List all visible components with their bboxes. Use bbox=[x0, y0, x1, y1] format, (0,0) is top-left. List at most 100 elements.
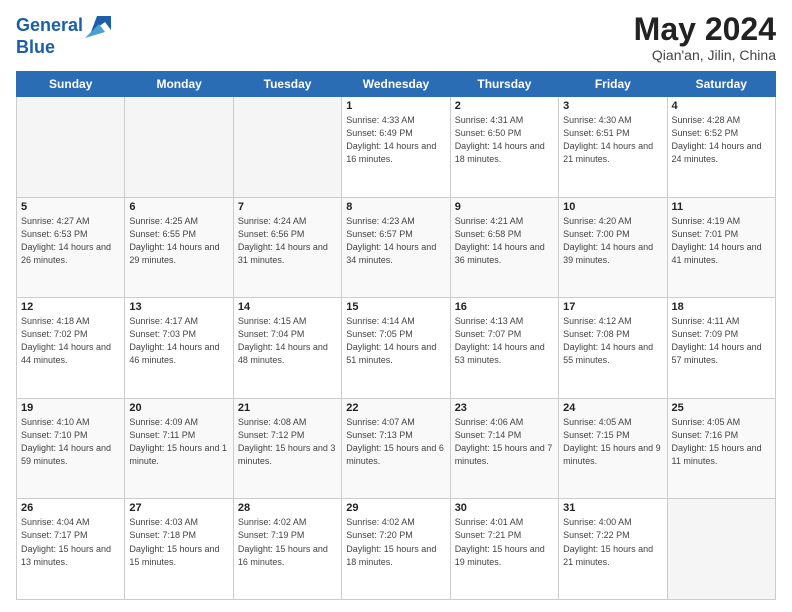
day-number: 4 bbox=[672, 100, 771, 112]
calendar-cell: 8Sunrise: 4:23 AMSunset: 6:57 PMDaylight… bbox=[342, 197, 450, 298]
calendar-cell: 17Sunrise: 4:12 AMSunset: 7:08 PMDayligh… bbox=[559, 298, 667, 399]
sunset-label: Sunset: 6:53 PM bbox=[21, 229, 88, 239]
calendar-cell: 16Sunrise: 4:13 AMSunset: 7:07 PMDayligh… bbox=[450, 298, 558, 399]
day-number: 19 bbox=[21, 402, 120, 414]
daylight-label: Daylight: 15 hours and 13 minutes. bbox=[21, 544, 111, 567]
calendar-cell: 14Sunrise: 4:15 AMSunset: 7:04 PMDayligh… bbox=[233, 298, 341, 399]
day-number: 18 bbox=[672, 301, 771, 313]
day-number: 2 bbox=[455, 100, 554, 112]
day-number: 7 bbox=[238, 201, 337, 213]
sunrise-label: Sunrise: 4:17 AM bbox=[129, 316, 198, 326]
calendar-cell: 26 Sunrise: 4:04 AMSunset: 7:17 PMDayligh… bbox=[17, 499, 125, 600]
sunset-label: Sunset: 7:18 PM bbox=[129, 530, 196, 540]
day-number: 26 bbox=[21, 502, 120, 514]
sunrise-label: Sunrise: 4:12 AM bbox=[563, 316, 632, 326]
sunrise-label: Sunrise: 4:00 AM bbox=[563, 517, 632, 527]
calendar-cell: 6Sunrise: 4:25 AMSunset: 6:55 PMDaylight… bbox=[125, 197, 233, 298]
sunset-label: Sunset: 7:19 PM bbox=[238, 530, 305, 540]
sunrise-label: Sunrise: 4:01 AM bbox=[455, 517, 524, 527]
calendar-cell: 31Sunrise: 4:00 AMSunset: 7:22 PMDayligh… bbox=[559, 499, 667, 600]
logo-text: General bbox=[16, 16, 83, 35]
day-number: 8 bbox=[346, 201, 445, 213]
daylight-label: Daylight: 15 hours and 7 minutes. bbox=[455, 443, 553, 466]
sunset-label: Sunset: 7:10 PM bbox=[21, 430, 88, 440]
sunset-label: Sunset: 6:55 PM bbox=[129, 229, 196, 239]
sunrise-label: Sunrise: 4:03 AM bbox=[129, 517, 198, 527]
calendar-cell: 20Sunrise: 4:09 AMSunset: 7:11 PMDayligh… bbox=[125, 398, 233, 499]
day-number: 17 bbox=[563, 301, 662, 313]
days-header-row: Sunday Monday Tuesday Wednesday Thursday… bbox=[17, 72, 776, 97]
day-number: 9 bbox=[455, 201, 554, 213]
sunset-label: Sunset: 6:50 PM bbox=[455, 128, 522, 138]
header-monday: Monday bbox=[125, 72, 233, 97]
day-info: Sunrise: 4:01 AMSunset: 7:21 PMDaylight:… bbox=[455, 516, 554, 568]
daylight-label: Daylight: 14 hours and 29 minutes. bbox=[129, 242, 219, 265]
sunset-label: Sunset: 7:01 PM bbox=[672, 229, 739, 239]
day-number: 20 bbox=[129, 402, 228, 414]
day-number: 5 bbox=[21, 201, 120, 213]
day-info: Sunrise: 4:31 AM Sunset: 6:50 PM Daylight:… bbox=[455, 114, 554, 166]
calendar-cell: 5 Sunrise: 4:27 AMSunset: 6:53 PMDaylight… bbox=[17, 197, 125, 298]
day-number: 24 bbox=[563, 402, 662, 414]
sunset-label: Sunset: 6:51 PM bbox=[563, 128, 630, 138]
sunset-label: Sunset: 7:05 PM bbox=[346, 329, 413, 339]
sunset-label: Sunset: 7:11 PM bbox=[129, 430, 195, 440]
day-info: Sunrise: 4:07 AMSunset: 7:13 PMDaylight:… bbox=[346, 416, 445, 468]
calendar-cell bbox=[17, 97, 125, 198]
day-number: 13 bbox=[129, 301, 228, 313]
sunrise-label: Sunrise: 4:05 AM bbox=[563, 417, 632, 427]
calendar-cell: 12Sunrise: 4:18 AMSunset: 7:02 PMDayligh… bbox=[17, 298, 125, 399]
sunset-label: Sunset: 6:49 PM bbox=[346, 128, 413, 138]
day-info: Sunrise: 4:09 AMSunset: 7:11 PMDaylight:… bbox=[129, 416, 228, 468]
sunrise-label: Sunrise: 4:02 AM bbox=[346, 517, 415, 527]
daylight-label: Daylight: 15 hours and 21 minutes. bbox=[563, 544, 653, 567]
calendar-cell: 13Sunrise: 4:17 AMSunset: 7:03 PMDayligh… bbox=[125, 298, 233, 399]
day-number: 3 bbox=[563, 100, 662, 112]
day-info: Sunrise: 4:04 AMSunset: 7:17 PMDaylight:… bbox=[21, 516, 120, 568]
day-info: Sunrise: 4:05 AM Sunset: 7:15 PM Daylight:… bbox=[563, 416, 662, 468]
sunset-label: Sunset: 7:00 PM bbox=[563, 229, 630, 239]
sunrise-label: Sunrise: 4:31 AM bbox=[455, 115, 524, 125]
sunset-label: Sunset: 7:15 PM bbox=[563, 430, 630, 440]
daylight-label: Daylight: 14 hours and 41 minutes. bbox=[672, 242, 762, 265]
day-number: 28 bbox=[238, 502, 337, 514]
daylight-label: Daylight: 14 hours and 36 minutes. bbox=[455, 242, 545, 265]
sunrise-label: Sunrise: 4:23 AM bbox=[346, 216, 415, 226]
calendar-cell: 4 Sunrise: 4:28 AMSunset: 6:52 PMDaylight… bbox=[667, 97, 775, 198]
logo-icon bbox=[85, 12, 111, 38]
daylight-label: Daylight: 14 hours and 26 minutes. bbox=[21, 242, 111, 265]
sunrise-label: Sunrise: 4:30 AM bbox=[563, 115, 632, 125]
day-info: Sunrise: 4:27 AMSunset: 6:53 PMDaylight:… bbox=[21, 215, 120, 267]
day-info: Sunrise: 4:14 AMSunset: 7:05 PMDaylight:… bbox=[346, 315, 445, 367]
sunrise-label: Sunrise: 4:28 AM bbox=[672, 115, 741, 125]
calendar-cell: 1Sunrise: 4:33 AMSunset: 6:49 PMDaylight… bbox=[342, 97, 450, 198]
header-friday: Friday bbox=[559, 72, 667, 97]
sunset-label: Sunset: 7:09 PM bbox=[672, 329, 739, 339]
sunrise-label: Sunrise: 4:11 AM bbox=[672, 316, 740, 326]
sunset-label: Sunset: 7:20 PM bbox=[346, 530, 413, 540]
calendar-cell: 23Sunrise: 4:06 AMSunset: 7:14 PMDayligh… bbox=[450, 398, 558, 499]
day-info: Sunrise: 4:23 AMSunset: 6:57 PMDaylight:… bbox=[346, 215, 445, 267]
calendar-cell: 29Sunrise: 4:02 AMSunset: 7:20 PMDayligh… bbox=[342, 499, 450, 600]
calendar-cell: 3Sunrise: 4:30 AMSunset: 6:51 PMDaylight… bbox=[559, 97, 667, 198]
daylight-label: Daylight: 14 hours and 18 minutes. bbox=[455, 141, 545, 164]
calendar-cell: 10Sunrise: 4:20 AMSunset: 7:00 PMDayligh… bbox=[559, 197, 667, 298]
day-number: 12 bbox=[21, 301, 120, 313]
header-wednesday: Wednesday bbox=[342, 72, 450, 97]
day-info: Sunrise: 4:06 AMSunset: 7:14 PMDaylight:… bbox=[455, 416, 554, 468]
calendar-week-row: 5 Sunrise: 4:27 AMSunset: 6:53 PMDaylight… bbox=[17, 197, 776, 298]
sunset-label: Sunset: 7:17 PM bbox=[21, 530, 88, 540]
sunset-label: Sunset: 6:57 PM bbox=[346, 229, 413, 239]
calendar-cell: 9Sunrise: 4:21 AMSunset: 6:58 PMDaylight… bbox=[450, 197, 558, 298]
daylight-label: Daylight: 15 hours and 11 minutes. bbox=[672, 443, 762, 466]
daylight-label: Daylight: 14 hours and 53 minutes. bbox=[455, 342, 545, 365]
sunset-label: Sunset: 7:04 PM bbox=[238, 329, 305, 339]
day-number: 6 bbox=[129, 201, 228, 213]
sunrise-label: Sunrise: 4:09 AM bbox=[129, 417, 198, 427]
title-block: May 2024 Qian'an, Jilin, China bbox=[634, 12, 776, 63]
day-info: Sunrise: 4:28 AMSunset: 6:52 PMDaylight:… bbox=[672, 114, 771, 166]
daylight-label: Daylight: 14 hours and 46 minutes. bbox=[129, 342, 219, 365]
daylight-label: Daylight: 14 hours and 57 minutes. bbox=[672, 342, 762, 365]
header-saturday: Saturday bbox=[667, 72, 775, 97]
daylight-label: Daylight: 15 hours and 9 minutes. bbox=[563, 443, 661, 466]
